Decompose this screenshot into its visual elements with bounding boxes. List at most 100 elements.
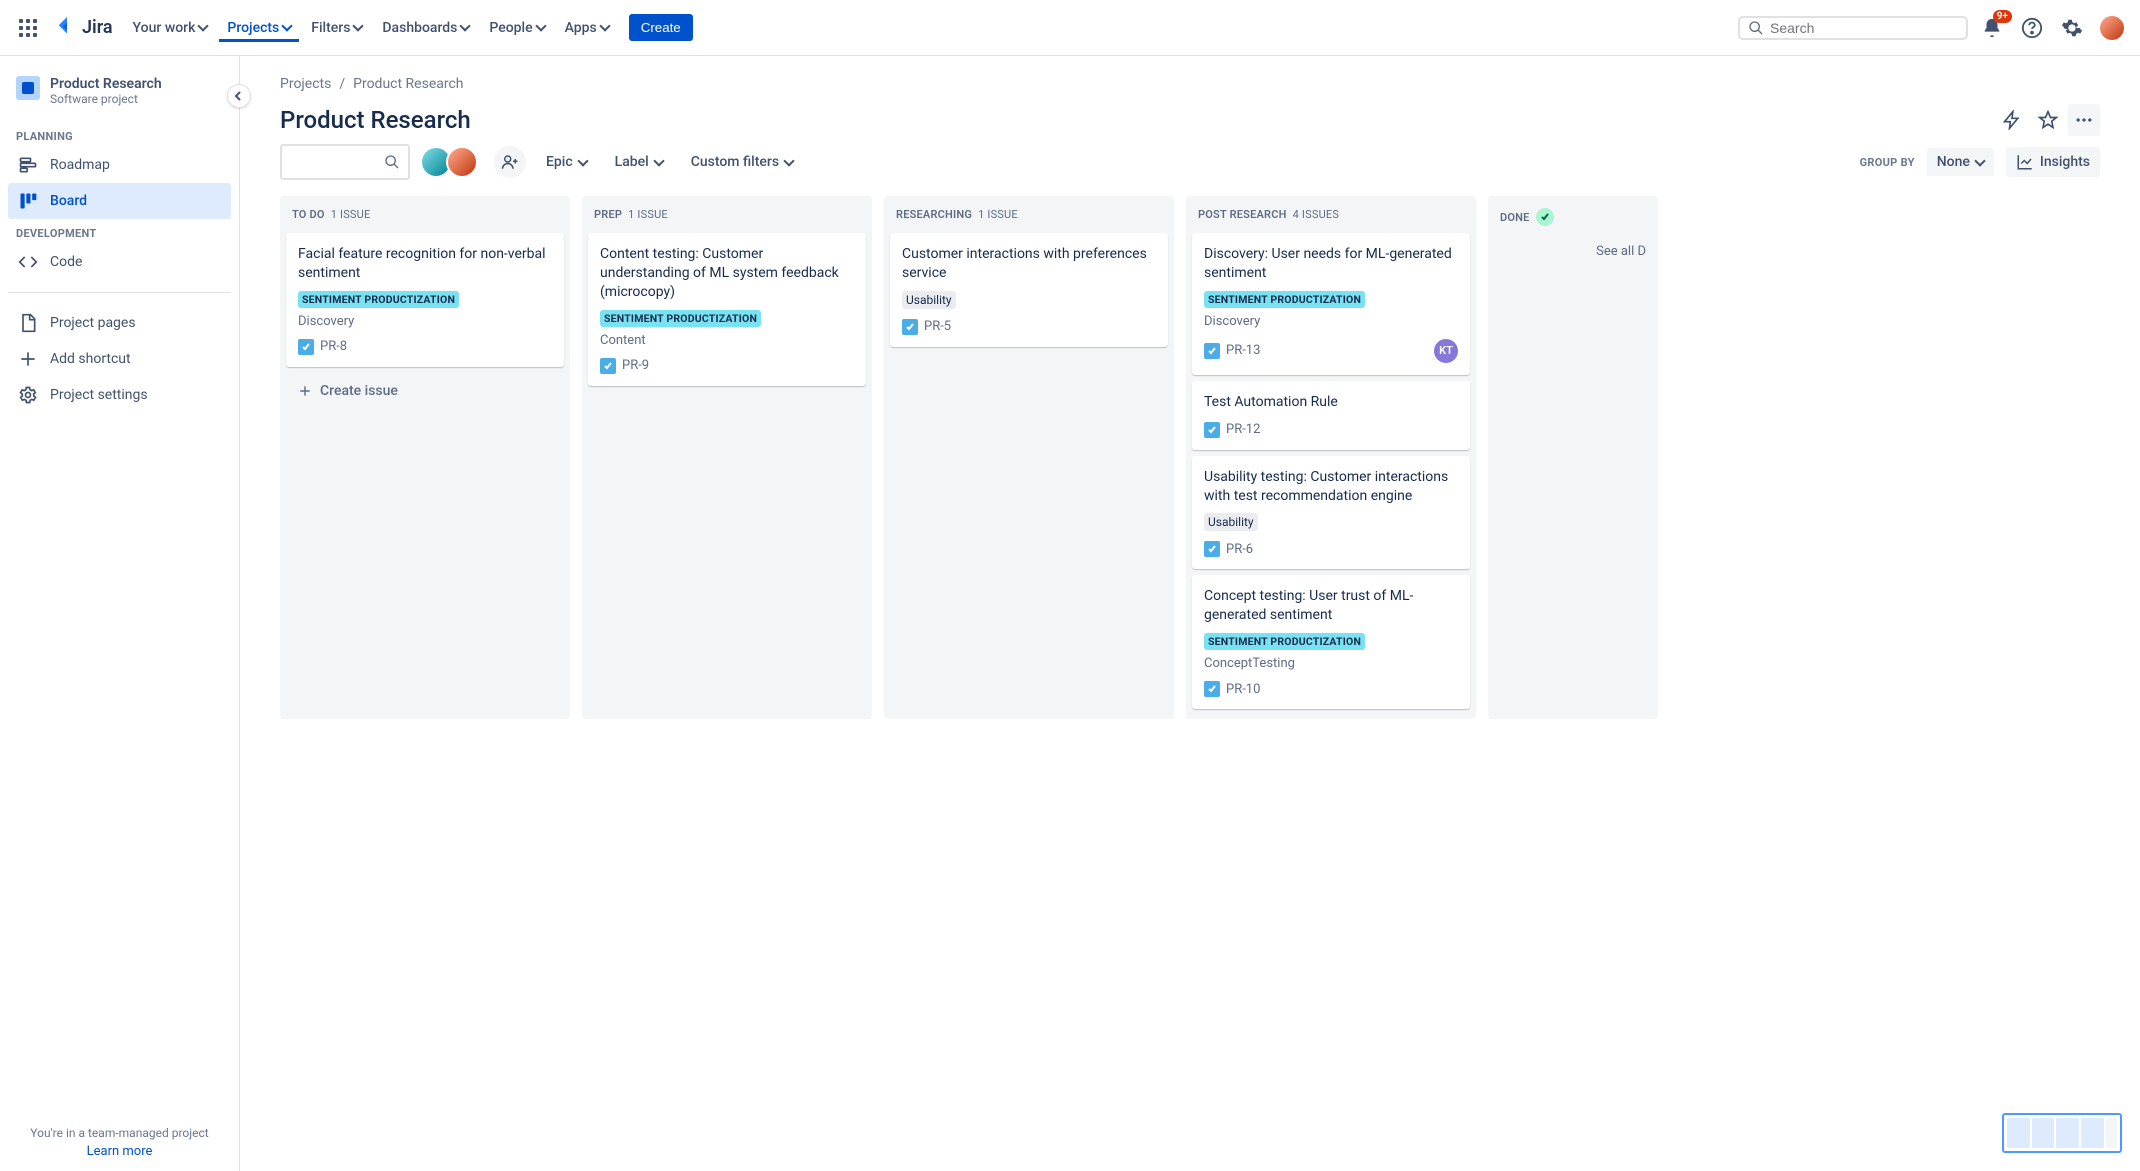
search-input[interactable] bbox=[1770, 20, 1958, 36]
help-button[interactable] bbox=[2016, 12, 2048, 44]
card-sublabel: Content bbox=[600, 333, 854, 348]
global-search[interactable] bbox=[1738, 16, 1968, 40]
chevron-left-icon bbox=[234, 91, 244, 101]
create-button[interactable]: Create bbox=[629, 14, 693, 41]
jira-logo[interactable]: Jira bbox=[56, 17, 113, 39]
divider bbox=[8, 292, 231, 293]
sidebar-item-roadmap[interactable]: Roadmap bbox=[8, 147, 231, 183]
sidebar-item-project-settings[interactable]: Project settings bbox=[8, 377, 231, 413]
sidebar-item-code[interactable]: Code bbox=[8, 244, 231, 280]
custom-filters[interactable]: Custom filters bbox=[683, 148, 801, 176]
issue-key: PR-8 bbox=[320, 339, 347, 354]
sidebar-item-add-shortcut[interactable]: Add shortcut bbox=[8, 341, 231, 377]
board-minimap[interactable] bbox=[2002, 1113, 2122, 1153]
epic-filter[interactable]: Epic bbox=[538, 148, 595, 176]
issue-key: PR-10 bbox=[1226, 682, 1260, 697]
insights-button[interactable]: Insights bbox=[2006, 147, 2100, 177]
epic-tag: SENTIMENT PRODUCTIZATION bbox=[1204, 633, 1365, 650]
task-type-icon bbox=[600, 358, 616, 374]
chevron-down-icon bbox=[198, 20, 209, 31]
board-search[interactable] bbox=[280, 144, 410, 180]
task-type-icon bbox=[1204, 541, 1220, 557]
board-column-done: DONE See all D bbox=[1488, 196, 1658, 719]
nav-projects[interactable]: Projects bbox=[219, 14, 299, 42]
development-section-label: DEVELOPMENT bbox=[8, 219, 231, 244]
nav-filters[interactable]: Filters bbox=[303, 14, 370, 42]
label-filter[interactable]: Label bbox=[607, 148, 671, 176]
learn-more-link[interactable]: Learn more bbox=[12, 1144, 227, 1159]
sidebar: Product Research Software project PLANNI… bbox=[0, 56, 240, 1171]
sidebar-item-project-pages[interactable]: Project pages bbox=[8, 305, 231, 341]
more-button[interactable] bbox=[2068, 104, 2100, 136]
assignee-avatar[interactable]: KT bbox=[1434, 339, 1458, 363]
nav-people[interactable]: People bbox=[481, 14, 552, 42]
epic-tag: SENTIMENT PRODUCTIZATION bbox=[1204, 291, 1365, 308]
issue-card[interactable]: Content testing: Customer understanding … bbox=[588, 233, 866, 386]
nav-your-work[interactable]: Your work bbox=[125, 14, 216, 42]
profile-button[interactable] bbox=[2096, 12, 2128, 44]
settings-button[interactable] bbox=[2056, 12, 2088, 44]
notification-badge: 9+ bbox=[1993, 10, 2012, 23]
column-header[interactable]: DONE bbox=[1488, 196, 1658, 232]
issue-card[interactable]: Facial feature recognition for non-verba… bbox=[286, 233, 564, 367]
chart-icon bbox=[2016, 153, 2034, 171]
automation-button[interactable] bbox=[1996, 104, 2028, 136]
card-title: Concept testing: User trust of ML-genera… bbox=[1204, 587, 1458, 625]
label-tag: Usability bbox=[902, 291, 956, 309]
board-icon bbox=[18, 191, 38, 211]
column-header[interactable]: TO DO 1 ISSUE bbox=[280, 196, 570, 227]
card-title: Customer interactions with preferences s… bbox=[902, 245, 1156, 283]
roadmap-icon bbox=[18, 155, 38, 175]
logo-text: Jira bbox=[82, 17, 113, 38]
card-title: Content testing: Customer understanding … bbox=[600, 245, 854, 302]
nav-items: Your work Projects Filters Dashboards Pe… bbox=[125, 14, 617, 42]
issue-card[interactable]: Concept testing: User trust of ML-genera… bbox=[1192, 575, 1470, 709]
search-icon bbox=[384, 154, 400, 170]
main-content: Projects / Product Research Product Rese… bbox=[240, 56, 2140, 1171]
card-sublabel: Discovery bbox=[1204, 314, 1458, 329]
chevron-down-icon bbox=[599, 20, 610, 31]
nav-dashboards[interactable]: Dashboards bbox=[374, 14, 477, 42]
chevron-down-icon bbox=[535, 20, 546, 31]
issue-key: PR-13 bbox=[1226, 343, 1260, 358]
issue-key: PR-6 bbox=[1226, 542, 1253, 557]
issue-card[interactable]: Customer interactions with preferences s… bbox=[890, 233, 1168, 347]
avatar-stack bbox=[426, 146, 478, 178]
project-icon bbox=[16, 76, 40, 100]
task-type-icon bbox=[1204, 422, 1220, 438]
column-header[interactable]: RESEARCHING 1 ISSUE bbox=[884, 196, 1174, 227]
column-header[interactable]: POST RESEARCH 4 ISSUES bbox=[1186, 196, 1476, 227]
project-subtitle: Software project bbox=[50, 92, 162, 106]
see-all-done-link[interactable]: See all D bbox=[1488, 232, 1658, 271]
kanban-board: TO DO 1 ISSUE Facial feature recognition… bbox=[280, 196, 2100, 735]
plus-icon bbox=[298, 384, 312, 398]
star-button[interactable] bbox=[2032, 104, 2064, 136]
add-people-button[interactable] bbox=[494, 146, 526, 178]
bolt-icon bbox=[2002, 110, 2022, 130]
sidebar-item-board[interactable]: Board bbox=[8, 183, 231, 219]
sidebar-footer: You're in a team-managed project Learn m… bbox=[8, 1122, 231, 1163]
project-title: Product Research bbox=[50, 76, 162, 92]
group-by-select[interactable]: None bbox=[1927, 148, 1994, 176]
issue-key: PR-5 bbox=[924, 319, 951, 334]
sidebar-collapse-button[interactable] bbox=[227, 84, 251, 108]
issue-card[interactable]: Usability testing: Customer interactions… bbox=[1192, 456, 1470, 570]
issue-card[interactable]: Test Automation Rule PR-12 bbox=[1192, 381, 1470, 450]
chevron-down-icon bbox=[1974, 155, 1985, 166]
task-type-icon bbox=[902, 319, 918, 335]
chevron-down-icon bbox=[460, 20, 471, 31]
breadcrumb-projects[interactable]: Projects bbox=[280, 76, 331, 92]
breadcrumb-project[interactable]: Product Research bbox=[353, 76, 463, 92]
page-icon bbox=[18, 313, 38, 333]
app-switcher-icon[interactable] bbox=[12, 12, 44, 44]
member-avatar[interactable] bbox=[446, 146, 478, 178]
issue-card[interactable]: Discovery: User needs for ML-generated s… bbox=[1192, 233, 1470, 375]
column-header[interactable]: PREP 1 ISSUE bbox=[582, 196, 872, 227]
more-icon bbox=[2074, 110, 2094, 130]
create-issue-button[interactable]: Create issue bbox=[286, 373, 564, 409]
nav-apps[interactable]: Apps bbox=[557, 14, 617, 42]
help-icon bbox=[2021, 17, 2043, 39]
board-toolbar: Epic Label Custom filters GROUP BY None … bbox=[280, 144, 2100, 180]
notifications-button[interactable]: 9+ bbox=[1976, 12, 2008, 44]
page-title: Product Research bbox=[280, 106, 1996, 134]
